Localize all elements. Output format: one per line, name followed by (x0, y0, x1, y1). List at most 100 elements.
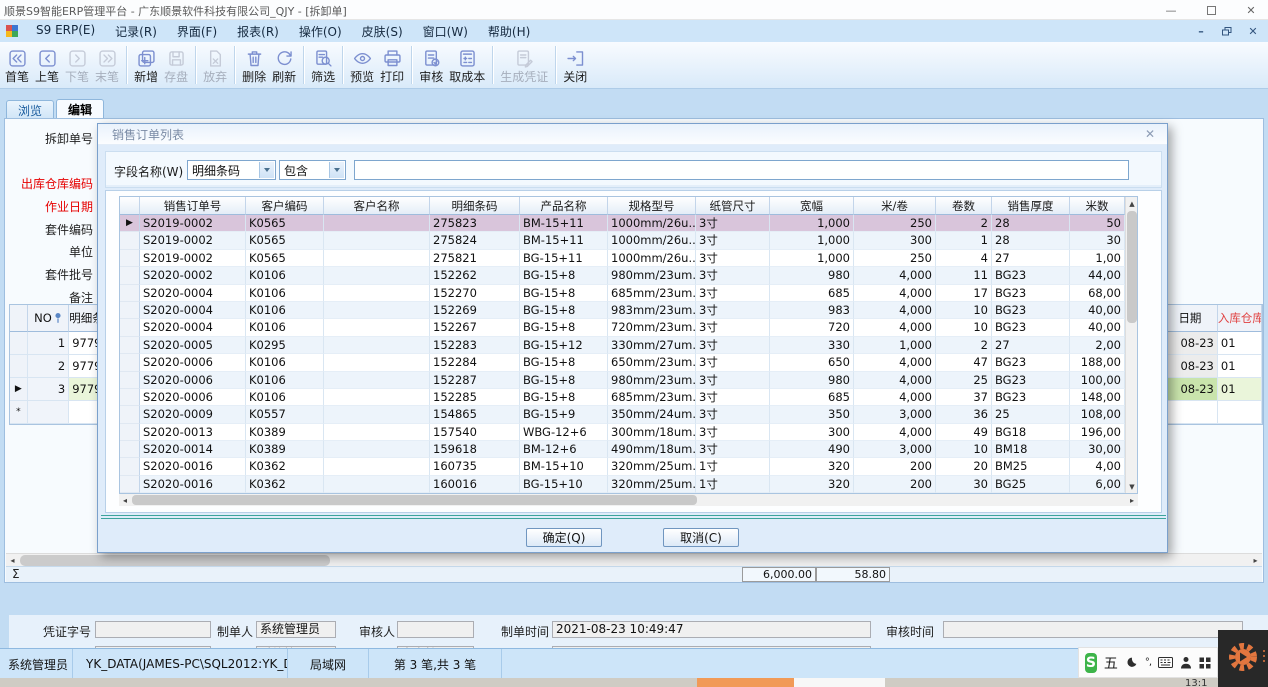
taskbar-app[interactable] (794, 678, 885, 687)
mdi-restore-icon[interactable] (1220, 25, 1234, 37)
scroll-up-icon[interactable]: ▲ (1126, 197, 1138, 210)
table-row[interactable]: 08-2301 (1163, 332, 1262, 355)
column-header-8[interactable]: 米/卷 (854, 197, 936, 215)
cell-2 (324, 476, 430, 493)
cell-6: 3寸 (696, 441, 770, 458)
toolbar-button-audit[interactable]: 审核 (416, 43, 446, 87)
chevron-down-icon[interactable] (259, 162, 274, 178)
window-close-icon[interactable]: ✕ (1244, 3, 1258, 17)
menu-item-6[interactable]: 窗口(W) (413, 23, 478, 40)
toolbar-button-cost[interactable]: 取成本 (446, 43, 488, 87)
moon-icon[interactable] (1125, 656, 1138, 669)
table-row[interactable]: S2019-0002K0565275824BM-15+111000mm/26u.… (120, 232, 1137, 249)
menu-item-1[interactable]: 记录(R) (105, 23, 167, 40)
scroll-right-icon[interactable]: ▸ (1126, 494, 1138, 506)
mdi-minimize-icon[interactable]: – (1194, 25, 1208, 37)
column-header-6[interactable]: 纸管尺寸 (696, 197, 770, 215)
toolbar-button-preview[interactable]: 预览 (347, 43, 377, 87)
form-horizontal-scrollbar[interactable]: ◂ ▸ (6, 553, 1262, 566)
cancel-button[interactable]: 取消(C) (663, 528, 739, 547)
table-row[interactable]: 08-2301 (1163, 378, 1262, 401)
toolbar-button-delete[interactable]: 删除 (239, 43, 269, 87)
menu-item-4[interactable]: 操作(O) (289, 23, 352, 40)
cell-2 (324, 215, 430, 232)
toolbar-button-prev[interactable]: 上笔 (32, 43, 62, 87)
sogou-ime-icon[interactable]: S (1085, 653, 1097, 673)
mdi-close-icon[interactable]: ✕ (1246, 25, 1260, 37)
table-row[interactable]: S2020-0006K0106152287BG-15+8980mm/23um..… (120, 372, 1137, 389)
wubi-mode-icon[interactable]: 五 (1104, 653, 1118, 673)
window-minimize-icon[interactable]: — (1164, 3, 1178, 17)
scroll-left-icon[interactable]: ◂ (119, 494, 131, 506)
table-row[interactable]: S2020-0004K0106152267BG-15+8720mm/23um..… (120, 319, 1137, 336)
toolbar-button-first[interactable]: 首笔 (2, 43, 32, 87)
tab-edit[interactable]: 编辑 (56, 99, 104, 119)
toolbar-button-close[interactable]: 关闭 (560, 43, 590, 87)
table-row[interactable]: S2019-0002K0565275821BG-15+111000mm/26u.… (120, 250, 1137, 267)
cell-6: 3寸 (696, 267, 770, 284)
column-header-5[interactable]: 规格型号 (608, 197, 696, 215)
column-header-0[interactable]: 销售订单号 (140, 197, 246, 215)
scroll-down-icon[interactable]: ▼ (1126, 480, 1138, 493)
dialog-titlebar[interactable]: 销售订单列表 (98, 124, 1167, 145)
cell-2 (324, 372, 430, 389)
filter-field-combo[interactable]: 明细条码 (187, 160, 276, 180)
grid-horizontal-scrollbar[interactable]: ◂ ▸ (119, 494, 1138, 506)
chevron-down-icon[interactable] (329, 162, 344, 178)
punctuation-mode-icon[interactable]: °, (1145, 657, 1151, 668)
scrollbar-thumb[interactable] (20, 555, 330, 566)
menu-item-3[interactable]: 报表(R) (227, 23, 289, 40)
cell-4: BM-15+11 (520, 215, 608, 232)
taskbar-active-app[interactable] (697, 678, 794, 687)
table-row[interactable]: S2020-0014K0389159618BM-12+6490mm/18um..… (120, 441, 1137, 458)
table-row[interactable]: S2020-0002K0106152262BG-15+8980mm/23um..… (120, 267, 1137, 284)
scrollbar-thumb[interactable] (1127, 211, 1137, 323)
menu-item-5[interactable]: 皮肤(S) (352, 23, 413, 40)
toolbar-button-add[interactable]: 新增 (131, 43, 161, 87)
table-row[interactable]: S2020-0013K0389157540WBG-12+6300mm/18um.… (120, 424, 1137, 441)
table-row[interactable]: 08-2301 (1163, 355, 1262, 378)
skin-person-icon[interactable] (1180, 656, 1192, 669)
table-row[interactable]: S2020-0005K0295152283BG-15+12330mm/27um.… (120, 337, 1137, 354)
cell-warehouse: 01 (1218, 355, 1262, 378)
column-header-1[interactable]: 客户编码 (246, 197, 324, 215)
column-header-11[interactable]: 米数 (1070, 197, 1125, 215)
dialog-close-icon[interactable]: ✕ (1143, 127, 1157, 141)
filter-operator-combo[interactable]: 包含 (279, 160, 346, 180)
ok-button[interactable]: 确定(Q) (526, 528, 602, 547)
column-header-7[interactable]: 宽幅 (770, 197, 854, 215)
menu-item-7[interactable]: 帮助(H) (478, 23, 540, 40)
table-row[interactable]: S2020-0016K0362160016BG-15+10320mm/25um.… (120, 476, 1137, 493)
table-row[interactable]: ▶S2019-0002K0565275823BM-15+111000mm/26u… (120, 215, 1137, 232)
column-header-date[interactable]: 日期 (1163, 305, 1218, 332)
table-row[interactable]: S2020-0006K0106152285BG-15+8685mm/23um..… (120, 389, 1137, 406)
column-header-9[interactable]: 卷数 (936, 197, 992, 215)
keyboard-icon[interactable] (1158, 657, 1173, 668)
corner-app-shortcut[interactable] (1218, 630, 1268, 687)
grid-vertical-scrollbar[interactable]: ▲▼ (1125, 197, 1137, 493)
filter-search-input[interactable] (354, 160, 1129, 180)
cell-4: BG-15+11 (520, 250, 608, 267)
toolbar-button-filter[interactable]: 筛选 (308, 43, 338, 87)
window-maximize-icon[interactable] (1204, 3, 1218, 17)
column-header-2[interactable]: 客户名称 (324, 197, 430, 215)
column-header-4[interactable]: 产品名称 (520, 197, 608, 215)
column-header-warehouse[interactable]: 入库仓库 (1218, 305, 1262, 332)
table-row[interactable]: S2020-0004K0106152270BG-15+8685mm/23um..… (120, 285, 1137, 302)
scrollbar-thumb[interactable] (132, 495, 697, 505)
table-row[interactable]: S2020-0016K0362160735BM-15+10320mm/25um.… (120, 458, 1137, 475)
menu-item-0[interactable]: S9 ERP(E) (26, 23, 105, 40)
row-indicator (120, 319, 140, 336)
table-row[interactable]: S2020-0004K0106152269BG-15+8983mm/23um..… (120, 302, 1137, 319)
table-row[interactable]: S2020-0006K0106152284BG-15+8650mm/23um..… (120, 354, 1137, 371)
menu-item-2[interactable]: 界面(F) (167, 23, 227, 40)
toolbar-button-refresh[interactable]: 刷新 (269, 43, 299, 87)
toolbar-button-print[interactable]: 打印 (377, 43, 407, 87)
toolbox-grid-icon[interactable] (1199, 657, 1211, 669)
column-header-3[interactable]: 明细条码 (430, 197, 520, 215)
column-header-no[interactable]: NO (28, 305, 69, 332)
cell-5: 320mm/25um... (608, 476, 696, 493)
column-header-10[interactable]: 销售厚度 (992, 197, 1070, 215)
table-row[interactable]: S2020-0009K0557154865BG-15+9350mm/24um..… (120, 406, 1137, 423)
tab-browse[interactable]: 浏览 (6, 100, 54, 119)
